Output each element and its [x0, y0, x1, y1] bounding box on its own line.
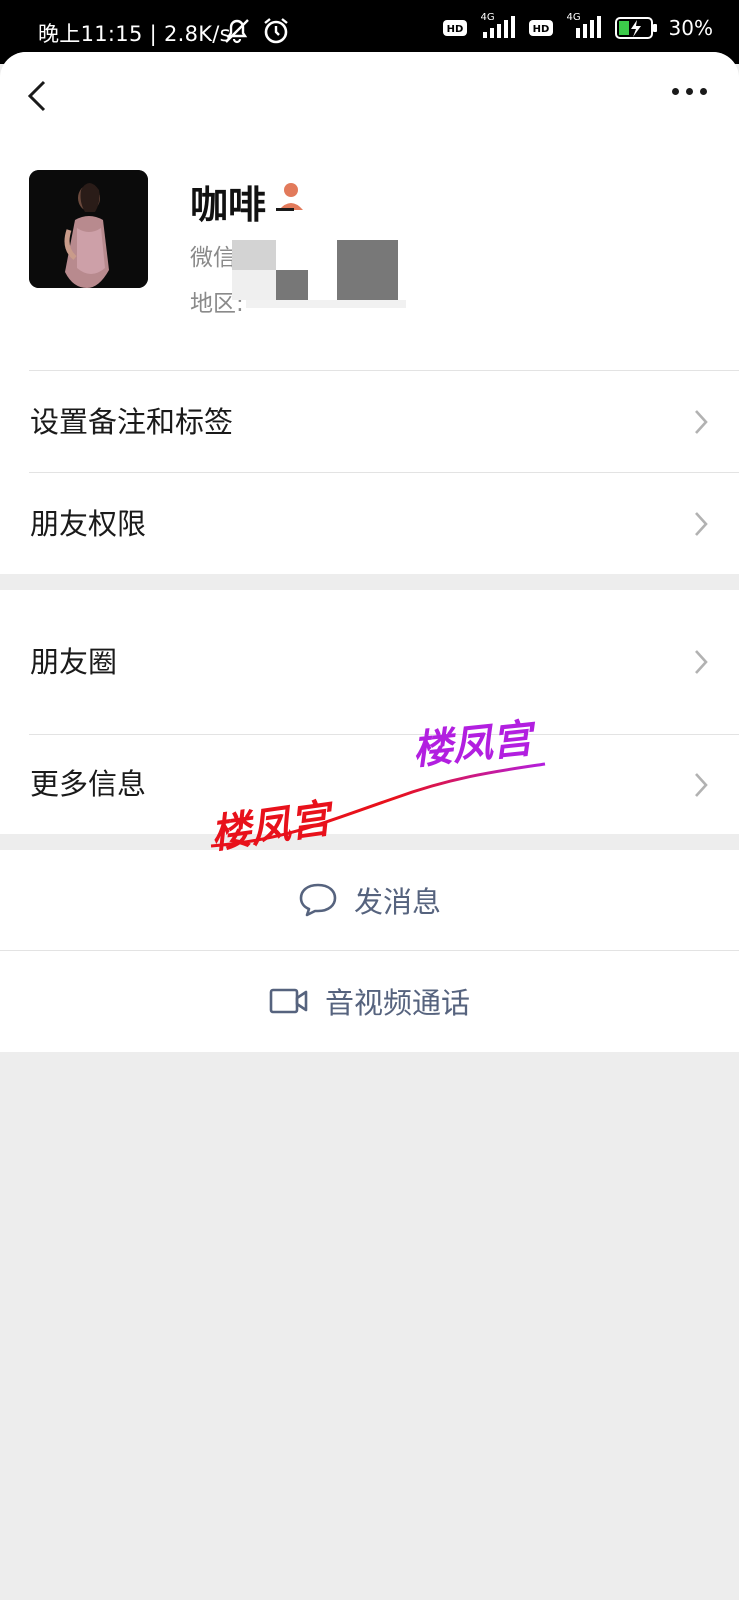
network-type-2: 4G — [566, 12, 581, 23]
battery-icon — [614, 16, 659, 40]
censor-mosaic-2 — [232, 270, 276, 300]
video-call-button[interactable]: 音视频通话 — [0, 951, 739, 1051]
divider — [29, 370, 739, 371]
send-message-button[interactable]: 发消息 — [0, 850, 739, 950]
chevron-right-icon — [695, 410, 708, 434]
battery-percent: 30% — [668, 16, 713, 40]
action-group: 发消息 音视频通话 — [0, 850, 739, 1052]
status-time: 晚上11:15 | 2.8K/s — [38, 22, 231, 46]
send-message-label: 发消息 — [353, 885, 441, 919]
hd-icon: HD — [442, 19, 467, 37]
avatar[interactable] — [29, 170, 148, 288]
chevron-right-icon — [695, 773, 708, 797]
mute-icon — [222, 16, 252, 50]
svg-text:HD: HD — [446, 24, 463, 35]
video-camera-icon — [269, 988, 308, 1014]
nickname: 咖啡 — [190, 183, 267, 227]
more-options-button[interactable] — [672, 88, 707, 95]
profile-card: 咖啡 微信 地区: 设置备注和标签 朋友权限 — [0, 52, 739, 574]
signal-icon-2: 4G — [563, 12, 605, 40]
chevron-right-icon — [695, 650, 708, 674]
alarm-icon — [261, 16, 291, 50]
user-badge-icon — [276, 180, 306, 216]
censor-mosaic — [232, 240, 276, 270]
back-button[interactable] — [22, 76, 54, 116]
row-more-info-label: 更多信息 — [30, 767, 147, 801]
signal-icon: 4G — [477, 12, 519, 40]
video-call-label: 音视频通话 — [324, 986, 470, 1020]
back-arrow-icon — [27, 80, 46, 112]
row-remark-tags[interactable]: 设置备注和标签 — [0, 372, 739, 472]
row-moments-label: 朋友圈 — [30, 645, 118, 679]
divider — [29, 472, 739, 473]
profile-page: 咖啡 微信 地区: 设置备注和标签 朋友权限 朋友圈 更多信息 发消息 音视频通… — [0, 52, 739, 1600]
row-friend-permissions[interactable]: 朋友权限 — [0, 474, 739, 574]
more-dots-icon — [672, 88, 679, 95]
chat-bubble-icon — [299, 883, 337, 917]
censor-mosaic-4 — [337, 240, 398, 300]
top-navigation — [0, 52, 739, 144]
censor-mosaic-5 — [246, 300, 406, 308]
censor-mosaic-3 — [276, 270, 308, 300]
chevron-right-icon — [695, 512, 708, 536]
row-friend-permissions-label: 朋友权限 — [30, 507, 147, 541]
row-remark-tags-label: 设置备注和标签 — [30, 405, 234, 439]
wechat-id: 微信 — [190, 245, 236, 271]
hd-icon-2: HD — [528, 19, 553, 37]
svg-text:HD: HD — [532, 24, 549, 35]
network-type-1: 4G — [480, 12, 495, 23]
